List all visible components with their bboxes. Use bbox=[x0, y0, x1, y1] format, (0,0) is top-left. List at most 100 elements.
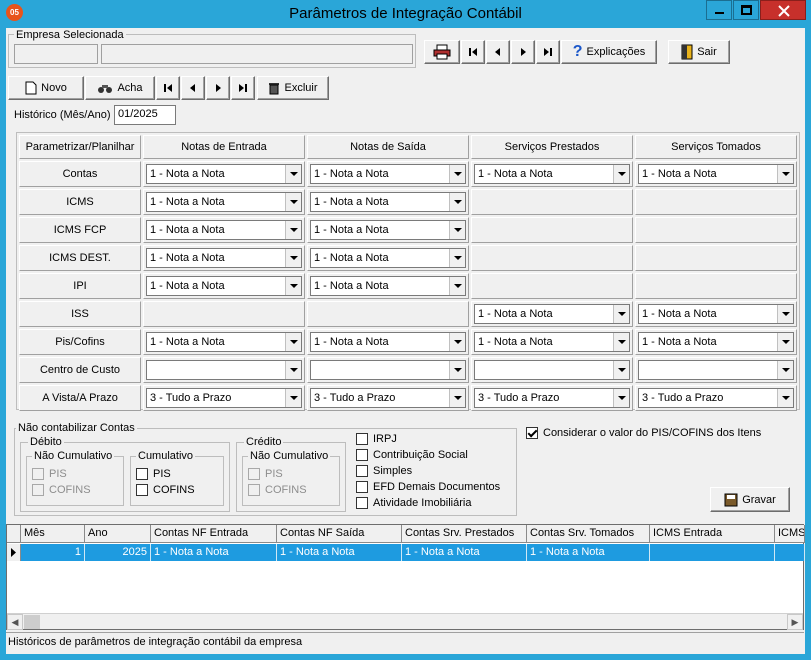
dropdown-arrow-icon[interactable] bbox=[613, 333, 629, 351]
param-combo[interactable]: 1 - Nota a Nota bbox=[310, 192, 466, 212]
param-combo[interactable]: 1 - Nota a Nota bbox=[146, 220, 302, 240]
scroll-right-button[interactable]: ▶ bbox=[787, 614, 803, 630]
dropdown-arrow-icon[interactable] bbox=[449, 389, 465, 407]
param-combo[interactable] bbox=[146, 360, 302, 380]
gravar-button[interactable]: Gravar bbox=[710, 487, 790, 512]
param-combo[interactable] bbox=[638, 360, 794, 380]
param-combo[interactable]: 1 - Nota a Nota bbox=[310, 332, 466, 352]
param-combo[interactable]: 1 - Nota a Nota bbox=[146, 192, 302, 212]
excluir-button[interactable]: Excluir bbox=[257, 76, 329, 100]
last-button[interactable] bbox=[231, 76, 255, 100]
history-column-header[interactable]: Contas NF Entrada bbox=[151, 525, 277, 543]
dropdown-arrow-icon[interactable] bbox=[777, 165, 793, 183]
simples-checkbox[interactable]: Simples bbox=[356, 465, 412, 477]
dropdown-arrow-icon[interactable] bbox=[285, 333, 301, 351]
param-combo[interactable]: 1 - Nota a Nota bbox=[146, 276, 302, 296]
param-combo[interactable]: 1 - Nota a Nota bbox=[310, 276, 466, 296]
dropdown-arrow-icon[interactable] bbox=[449, 249, 465, 267]
param-combo[interactable]: 1 - Nota a Nota bbox=[638, 304, 794, 324]
param-combo[interactable] bbox=[310, 360, 466, 380]
param-combo[interactable]: 3 - Tudo a Prazo bbox=[474, 388, 630, 408]
history-column-header[interactable]: Contas NF Saída bbox=[277, 525, 402, 543]
contribuicao-social-checkbox[interactable]: Contribuição Social bbox=[356, 449, 468, 461]
scroll-thumb[interactable] bbox=[24, 615, 40, 629]
first-button[interactable] bbox=[156, 76, 180, 100]
param-combo[interactable]: 3 - Tudo a Prazo bbox=[146, 388, 302, 408]
dropdown-arrow-icon[interactable] bbox=[285, 221, 301, 239]
dropdown-arrow-icon[interactable] bbox=[449, 165, 465, 183]
param-combo[interactable] bbox=[474, 360, 630, 380]
first-record-button[interactable] bbox=[461, 40, 485, 64]
dropdown-arrow-icon[interactable] bbox=[777, 305, 793, 323]
dropdown-arrow-icon[interactable] bbox=[777, 361, 793, 379]
prev-button[interactable] bbox=[181, 76, 205, 100]
history-column-header[interactable]: Contas Srv. Prestados bbox=[402, 525, 527, 543]
debito-c-cofins-checkbox[interactable]: COFINS bbox=[136, 484, 195, 496]
history-column-header[interactable]: ICMS bbox=[775, 525, 805, 543]
explicacoes-button[interactable]: ? Explicações bbox=[561, 40, 657, 64]
param-combo[interactable]: 1 - Nota a Nota bbox=[310, 164, 466, 184]
dropdown-arrow-icon[interactable] bbox=[285, 361, 301, 379]
param-combo[interactable]: 1 - Nota a Nota bbox=[146, 164, 302, 184]
acha-button[interactable]: Acha bbox=[85, 76, 155, 100]
dropdown-arrow-icon[interactable] bbox=[285, 249, 301, 267]
dropdown-arrow-icon[interactable] bbox=[285, 193, 301, 211]
debito-nc-pis-checkbox[interactable]: PIS bbox=[32, 468, 67, 480]
next-record-button[interactable] bbox=[511, 40, 535, 64]
dropdown-arrow-icon[interactable] bbox=[449, 193, 465, 211]
history-cell[interactable]: 2025 bbox=[85, 544, 151, 561]
last-record-button[interactable] bbox=[536, 40, 560, 64]
close-button[interactable] bbox=[760, 0, 806, 20]
dropdown-arrow-icon[interactable] bbox=[285, 389, 301, 407]
param-combo[interactable]: 1 - Nota a Nota bbox=[474, 304, 630, 324]
prev-record-button[interactable] bbox=[486, 40, 510, 64]
history-column-header[interactable]: Contas Srv. Tomados bbox=[527, 525, 650, 543]
dropdown-arrow-icon[interactable] bbox=[449, 361, 465, 379]
dropdown-arrow-icon[interactable] bbox=[777, 333, 793, 351]
minimize-button[interactable] bbox=[706, 0, 732, 20]
novo-button[interactable]: Novo bbox=[8, 76, 84, 100]
next-button[interactable] bbox=[206, 76, 230, 100]
dropdown-arrow-icon[interactable] bbox=[613, 305, 629, 323]
dropdown-arrow-icon[interactable] bbox=[449, 277, 465, 295]
dropdown-arrow-icon[interactable] bbox=[285, 165, 301, 183]
history-column-header[interactable]: Ano bbox=[85, 525, 151, 543]
history-cell[interactable] bbox=[650, 544, 775, 561]
sair-button[interactable]: Sair bbox=[668, 40, 730, 64]
dropdown-arrow-icon[interactable] bbox=[613, 361, 629, 379]
history-cell[interactable]: 1 - Nota a Nota bbox=[527, 544, 650, 561]
history-column-header[interactable]: ICMS Entrada bbox=[650, 525, 775, 543]
irpj-checkbox[interactable]: IRPJ bbox=[356, 433, 397, 445]
credito-nc-pis-checkbox[interactable]: PIS bbox=[248, 468, 283, 480]
scroll-left-button[interactable]: ◀ bbox=[7, 614, 23, 630]
param-combo[interactable]: 1 - Nota a Nota bbox=[474, 164, 630, 184]
param-combo[interactable]: 1 - Nota a Nota bbox=[146, 248, 302, 268]
historico-field[interactable]: 01/2025 bbox=[114, 105, 176, 125]
param-combo[interactable]: 1 - Nota a Nota bbox=[310, 248, 466, 268]
history-cell[interactable]: 1 - Nota a Nota bbox=[151, 544, 277, 561]
print-button[interactable] bbox=[424, 40, 460, 64]
param-combo[interactable]: 1 - Nota a Nota bbox=[146, 332, 302, 352]
param-combo[interactable]: 3 - Tudo a Prazo bbox=[310, 388, 466, 408]
maximize-button[interactable] bbox=[733, 0, 759, 20]
dropdown-arrow-icon[interactable] bbox=[449, 333, 465, 351]
dropdown-arrow-icon[interactable] bbox=[613, 165, 629, 183]
param-combo[interactable]: 1 - Nota a Nota bbox=[638, 164, 794, 184]
dropdown-arrow-icon[interactable] bbox=[449, 221, 465, 239]
history-cell[interactable]: 1 - Nota a Nota bbox=[277, 544, 402, 561]
dropdown-arrow-icon[interactable] bbox=[285, 277, 301, 295]
param-combo[interactable]: 1 - Nota a Nota bbox=[474, 332, 630, 352]
history-cell[interactable]: 1 - Nota a Nota bbox=[402, 544, 527, 561]
dropdown-arrow-icon[interactable] bbox=[777, 389, 793, 407]
efd-demais-documentos-checkbox[interactable]: EFD Demais Documentos bbox=[356, 481, 500, 493]
considerar-pis-cofins-checkbox[interactable]: Considerar o valor do PIS/COFINS dos Ite… bbox=[526, 427, 761, 439]
history-cell[interactable] bbox=[775, 544, 805, 561]
history-column-header[interactable]: Mês bbox=[21, 525, 85, 543]
atividade-imobiliaria-checkbox[interactable]: Atividade Imobiliária bbox=[356, 497, 471, 509]
dropdown-arrow-icon[interactable] bbox=[613, 389, 629, 407]
param-combo[interactable]: 1 - Nota a Nota bbox=[310, 220, 466, 240]
debito-nc-cofins-checkbox[interactable]: COFINS bbox=[32, 484, 91, 496]
debito-c-pis-checkbox[interactable]: PIS bbox=[136, 468, 171, 480]
history-grid[interactable]: Mês Ano Contas NF Entrada Contas NF Saída Co… bbox=[6, 524, 805, 630]
param-combo[interactable]: 3 - Tudo a Prazo bbox=[638, 388, 794, 408]
